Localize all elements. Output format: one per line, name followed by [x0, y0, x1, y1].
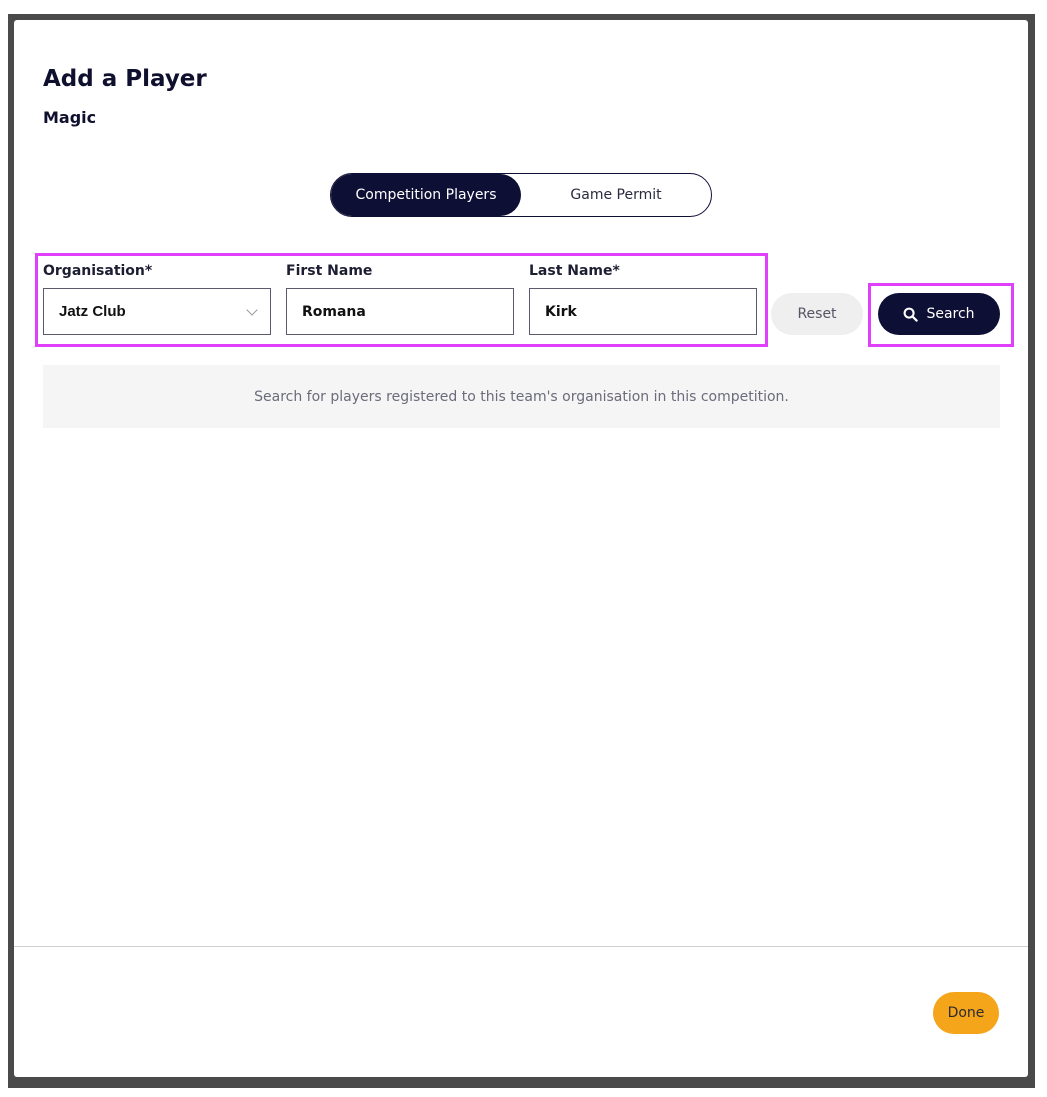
chevron-down-icon: [246, 304, 258, 316]
player-source-toggle: Competition Players Game Permit: [330, 173, 712, 217]
reset-button[interactable]: Reset: [771, 293, 863, 335]
organisation-label: Organisation*: [43, 263, 153, 279]
search-hint-text: Search for players registered to this te…: [254, 388, 789, 405]
team-name: Magic: [43, 108, 97, 127]
first-name-input[interactable]: Romana: [286, 288, 514, 335]
tab-competition-players[interactable]: Competition Players: [331, 174, 521, 216]
add-player-modal: Add a Player Magic Competition Players G…: [14, 20, 1028, 1077]
organisation-value: Jatz Club: [59, 303, 126, 320]
reset-label: Reset: [797, 306, 837, 322]
done-button[interactable]: Done: [933, 992, 999, 1034]
last-name-input[interactable]: Kirk: [529, 288, 757, 335]
tab-game-permit[interactable]: Game Permit: [521, 174, 711, 216]
last-name-label: Last Name*: [529, 263, 620, 279]
organisation-select[interactable]: Jatz Club: [43, 288, 271, 335]
search-button[interactable]: Search: [878, 293, 1000, 335]
search-label: Search: [926, 306, 975, 322]
search-icon: [903, 307, 919, 322]
last-name-value: Kirk: [545, 303, 577, 320]
first-name-value: Romana: [302, 303, 366, 320]
modal-title: Add a Player: [43, 66, 207, 92]
footer-divider: [14, 946, 1028, 947]
first-name-label: First Name: [286, 263, 373, 279]
search-hint-panel: Search for players registered to this te…: [43, 365, 1000, 428]
done-label: Done: [947, 1005, 985, 1021]
